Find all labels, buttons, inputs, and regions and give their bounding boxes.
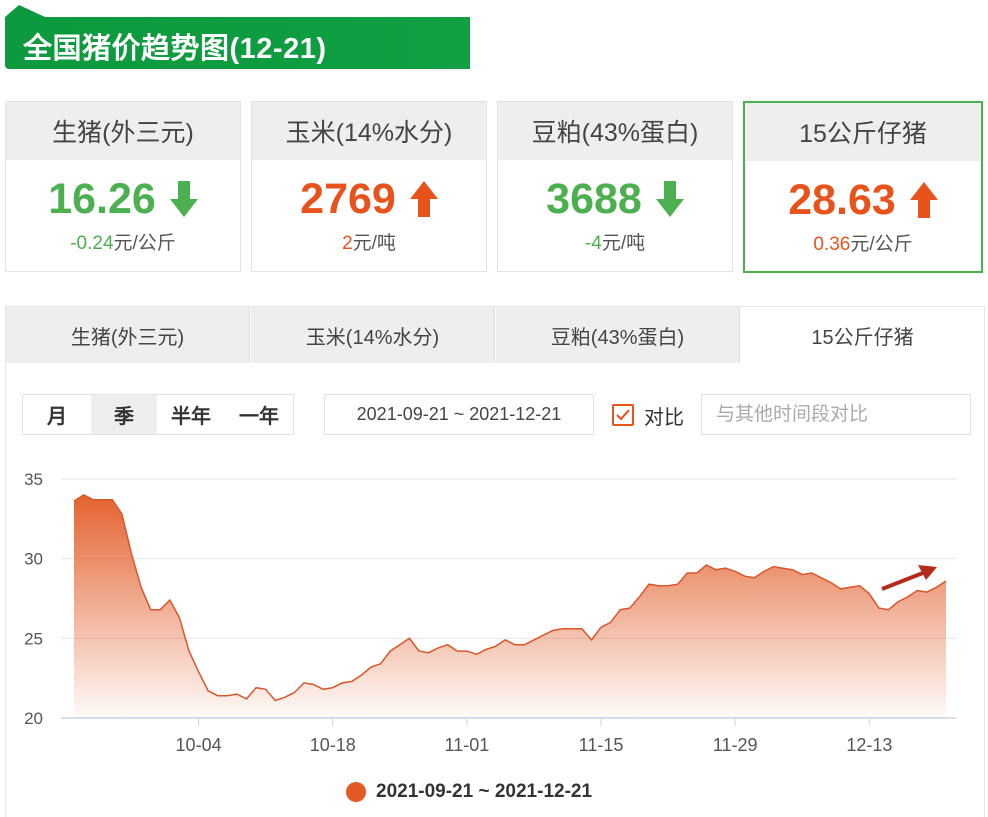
page-title: 全国猪价趋势图(12-21)	[23, 33, 327, 65]
card-title: 玉米(14%水分)	[252, 102, 486, 160]
card-change: 2元/吨	[342, 233, 396, 254]
x-tick-label: 11-01	[445, 735, 490, 755]
card-title: 豆粕(43%蛋白)	[498, 102, 732, 160]
legend-dot	[346, 782, 366, 802]
arrow-up-icon	[909, 182, 938, 218]
banner-notch	[5, 5, 45, 17]
card-title: 生猪(外三元)	[6, 102, 240, 160]
x-tick-label: 11-15	[579, 735, 624, 755]
trend-arrow-icon	[881, 565, 937, 591]
x-tick-label: 10-04	[176, 735, 222, 755]
card-change: -4元/吨	[584, 233, 646, 254]
x-tick-label: 12-13	[846, 735, 892, 755]
y-tick-label: 20	[24, 709, 43, 728]
arrow-down-icon	[169, 181, 198, 217]
chart-panel: 生猪(外三元) 玉米(14%水分) 豆粕(43%蛋白) 15公斤仔猪 月 季 半…	[5, 306, 985, 817]
title-banner: 全国猪价趋势图(12-21)	[5, 5, 470, 69]
arrow-up-icon	[409, 181, 438, 217]
y-tick-label: 30	[24, 550, 43, 569]
card-change: 0.36元/公斤	[813, 234, 913, 255]
price-card-corn[interactable]: 玉米(14%水分) 2769 2元/吨	[251, 101, 487, 272]
price-cards: 生猪(外三元) 16.26 -0.24元/公斤 玉米(14%水分) 2769 2…	[5, 101, 983, 273]
price-card-pig[interactable]: 生猪(外三元) 16.26 -0.24元/公斤	[5, 101, 241, 272]
y-tick-label: 35	[24, 470, 43, 489]
chart-legend[interactable]: 2021-09-21 ~ 2021-12-21	[346, 781, 592, 803]
price-card-piglet[interactable]: 15公斤仔猪 28.63 0.36元/公斤	[743, 101, 983, 273]
card-title: 15公斤仔猪	[745, 103, 981, 161]
arrow-down-icon	[655, 181, 684, 217]
card-value: 28.63	[788, 175, 896, 224]
price-card-soymeal[interactable]: 豆粕(43%蛋白) 3688 -4元/吨	[497, 101, 733, 272]
price-chart: 20 25 30 35 10-04 10-18 11-01 11-15 11-29 12-13	[24, 470, 956, 755]
card-change: -0.24元/公斤	[70, 233, 176, 254]
card-value: 3688	[546, 174, 642, 223]
x-tick-label: 10-18	[310, 735, 356, 755]
card-value: 2769	[300, 174, 396, 223]
legend-label: 2021-09-21 ~ 2021-12-21	[376, 781, 593, 802]
y-tick-label: 25	[24, 629, 43, 648]
x-tick-label: 11-29	[713, 735, 758, 755]
card-value: 16.26	[48, 174, 156, 223]
